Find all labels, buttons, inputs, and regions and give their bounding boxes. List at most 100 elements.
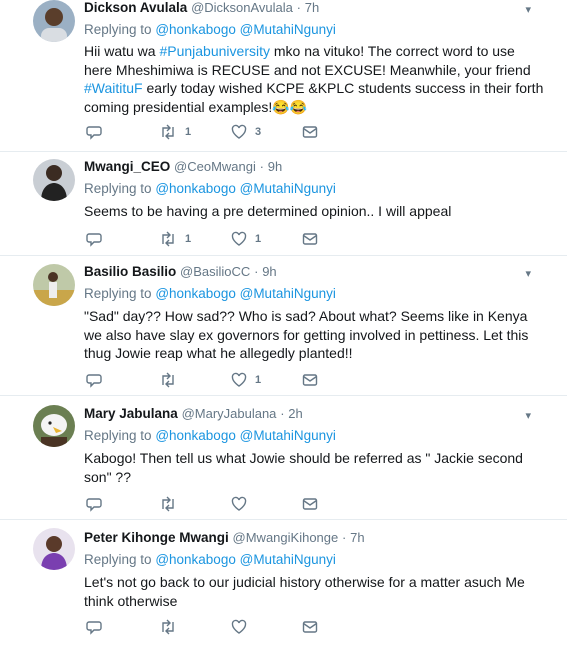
- retweet-icon: [162, 619, 174, 635]
- like-count: 1: [255, 233, 262, 245]
- author-handle[interactable]: @CeoMwangi: [174, 159, 256, 174]
- tweet[interactable]: Mary Jabulana @MaryJabulana · 2h ▾ Reply…: [0, 396, 567, 520]
- direct-message-button[interactable]: [302, 619, 318, 635]
- retweet-button[interactable]: 1: [159, 231, 191, 247]
- tweet-text: Kabogo! Then tell us what Jowie should b…: [84, 449, 544, 486]
- tweet-header: Peter Kihonge Mwangi @MwangiKihonge · 7h: [84, 530, 365, 545]
- like-button[interactable]: [231, 619, 247, 635]
- author-name[interactable]: Mwangi_CEO: [84, 159, 170, 174]
- retweet-button[interactable]: [159, 496, 177, 512]
- replying-to-label: Replying to: [84, 286, 152, 301]
- timestamp[interactable]: 7h: [305, 0, 319, 15]
- tweet-actions: [84, 496, 344, 512]
- envelope-icon: [302, 233, 318, 245]
- text-segment: Let's not go back to our judicial histor…: [84, 574, 525, 609]
- mention-link[interactable]: @honkabogo: [155, 552, 236, 567]
- tweet-actions: [84, 619, 344, 635]
- mention-link[interactable]: @MutahiNgunyi: [240, 428, 336, 443]
- like-button[interactable]: 1: [231, 231, 261, 247]
- direct-message-button[interactable]: [302, 124, 318, 140]
- avatar[interactable]: [33, 405, 75, 447]
- tweet-actions: 1 1: [84, 231, 344, 247]
- direct-message-button[interactable]: [302, 496, 318, 512]
- timestamp[interactable]: 9h: [268, 159, 282, 174]
- envelope-icon: [302, 498, 318, 510]
- tweet-header: Basilio Basilio @BasilioCC · 9h: [84, 264, 277, 279]
- mention-link[interactable]: @honkabogo: [155, 22, 236, 37]
- envelope-icon: [302, 374, 318, 386]
- separator-dot: ·: [254, 264, 259, 279]
- avatar[interactable]: [33, 159, 75, 201]
- author-name[interactable]: Dickson Avulala: [84, 0, 187, 15]
- tweet-actions: 1 3: [84, 124, 344, 140]
- replying-to: Replying to @honkabogo @MutahiNgunyi: [84, 428, 336, 443]
- envelope-icon: [302, 621, 318, 633]
- replying-to: Replying to @honkabogo @MutahiNgunyi: [84, 22, 336, 37]
- retweet-icon: [162, 372, 174, 388]
- tweet[interactable]: Peter Kihonge Mwangi @MwangiKihonge · 7h…: [0, 520, 567, 649]
- tweet[interactable]: Basilio Basilio @BasilioCC · 9h ▾ Replyi…: [0, 256, 567, 396]
- tweet-header: Dickson Avulala @DicksonAvulala · 7h: [84, 0, 319, 15]
- separator-dot: ·: [259, 159, 264, 174]
- timestamp[interactable]: 9h: [262, 264, 276, 279]
- mention-link[interactable]: @MutahiNgunyi: [240, 181, 336, 196]
- timestamp[interactable]: 7h: [350, 530, 364, 545]
- retweet-icon: [162, 496, 174, 512]
- tweet[interactable]: Mwangi_CEO @CeoMwangi · 9h Replying to @…: [0, 152, 567, 256]
- like-button[interactable]: [231, 496, 247, 512]
- retweet-icon: [162, 124, 174, 140]
- author-handle[interactable]: @BasilioCC: [180, 264, 250, 279]
- author-name[interactable]: Basilio Basilio: [84, 264, 176, 279]
- retweet-count: 1: [185, 126, 192, 138]
- tweet-text: Let's not go back to our judicial histor…: [84, 573, 544, 610]
- author-name[interactable]: Peter Kihonge Mwangi: [84, 530, 229, 545]
- like-count: 3: [255, 126, 262, 138]
- reply-button[interactable]: [86, 124, 102, 140]
- avatar[interactable]: [33, 0, 75, 42]
- author-handle[interactable]: @DicksonAvulala: [191, 0, 293, 15]
- mention-link[interactable]: @MutahiNgunyi: [240, 552, 336, 567]
- reply-icon: [86, 374, 102, 388]
- chevron-down-icon[interactable]: ▾: [525, 409, 531, 422]
- like-button[interactable]: 1: [231, 372, 261, 388]
- author-name[interactable]: Mary Jabulana: [84, 406, 178, 421]
- separator-dot: ·: [296, 0, 302, 15]
- envelope-icon: [302, 126, 318, 138]
- chevron-down-icon[interactable]: ▾: [525, 267, 531, 280]
- retweet-button[interactable]: 1: [159, 124, 191, 140]
- retweet-button[interactable]: [159, 619, 177, 635]
- like-count: 1: [255, 374, 262, 386]
- separator-dot: ·: [280, 406, 285, 421]
- reply-button[interactable]: [86, 231, 102, 247]
- hashtag-link[interactable]: #WaitituF: [84, 80, 143, 96]
- tweet-header: Mwangi_CEO @CeoMwangi · 9h: [84, 159, 282, 174]
- timestamp[interactable]: 2h: [288, 406, 302, 421]
- reply-button[interactable]: [86, 372, 102, 388]
- author-handle[interactable]: @MaryJabulana: [182, 406, 277, 421]
- mention-link[interactable]: @honkabogo: [155, 286, 236, 301]
- like-button[interactable]: 3: [231, 124, 261, 140]
- mention-link[interactable]: @honkabogo: [155, 181, 236, 196]
- tweet-header: Mary Jabulana @MaryJabulana · 2h: [84, 406, 303, 421]
- hashtag-link[interactable]: #Punjabuniversity: [159, 43, 270, 59]
- direct-message-button[interactable]: [302, 231, 318, 247]
- author-handle[interactable]: @MwangiKihonge: [233, 530, 339, 545]
- avatar[interactable]: [33, 528, 75, 570]
- retweet-button[interactable]: [159, 372, 177, 388]
- reply-icon: [86, 621, 102, 635]
- reply-button[interactable]: [86, 619, 102, 635]
- text-segment: Kabogo! Then tell us what Jowie should b…: [84, 450, 523, 485]
- heart-icon: [231, 496, 247, 511]
- separator-dot: ·: [342, 530, 347, 545]
- replying-to-label: Replying to: [84, 22, 152, 37]
- avatar[interactable]: [33, 264, 75, 306]
- reply-icon: [86, 498, 102, 512]
- direct-message-button[interactable]: [302, 372, 318, 388]
- reply-button[interactable]: [86, 496, 102, 512]
- text-segment: "Sad" day?? How sad?? Who is sad? About …: [84, 308, 529, 361]
- mention-link[interactable]: @MutahiNgunyi: [240, 22, 336, 37]
- tweet[interactable]: Dickson Avulala @DicksonAvulala · 7h ▾ R…: [0, 0, 567, 152]
- chevron-down-icon[interactable]: ▾: [525, 3, 531, 16]
- mention-link[interactable]: @honkabogo: [155, 428, 236, 443]
- mention-link[interactable]: @MutahiNgunyi: [240, 286, 336, 301]
